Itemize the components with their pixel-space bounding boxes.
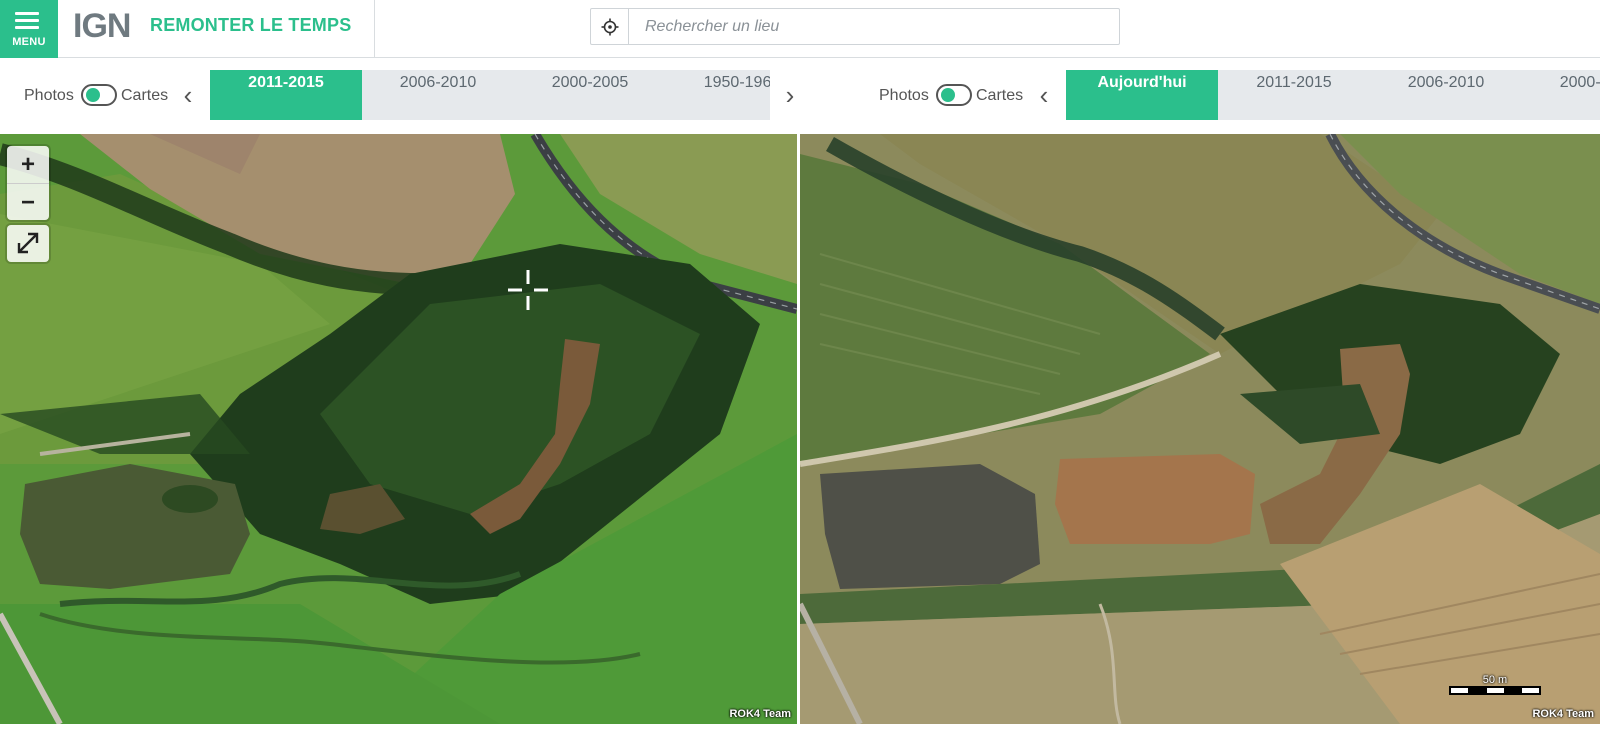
left-period-1[interactable]: 2006-2010 xyxy=(362,70,514,120)
top-header: MENU IGN REMONTER LE TEMPS xyxy=(0,0,1600,58)
ign-logo: IGN xyxy=(73,7,131,45)
hamburger-icon xyxy=(15,12,39,29)
left-prev-arrow-icon[interactable]: ‹ xyxy=(178,82,198,108)
scale-label: 50 m xyxy=(1482,674,1508,686)
left-aerial-map[interactable]: + − ROK4 Team xyxy=(0,134,797,724)
expand-icon xyxy=(17,232,39,254)
left-photos-maps-toggle: Photos Cartes xyxy=(24,84,174,108)
right-period-0[interactable]: Aujourd'hui xyxy=(1066,70,1218,120)
zoom-in-button[interactable]: + xyxy=(7,146,49,183)
right-period-2[interactable]: 2006-2010 xyxy=(1370,70,1522,120)
zoom-out-button[interactable]: − xyxy=(7,183,49,220)
left-layer-switch[interactable] xyxy=(81,84,117,106)
left-attribution: ROK4 Team xyxy=(729,708,791,720)
right-aerial-photo xyxy=(800,134,1600,724)
right-period-1[interactable]: 2011-2015 xyxy=(1218,70,1370,120)
maps-label: Cartes xyxy=(121,87,169,104)
bottom-strip xyxy=(0,724,1600,730)
right-period-list: Aujourd'hui 2011-2015 2006-2010 2000-200… xyxy=(1066,70,1600,120)
right-layer-switch[interactable] xyxy=(936,84,972,106)
crosshair-locate-icon xyxy=(601,18,619,36)
switch-knob xyxy=(941,88,955,102)
right-timeline-bar: Photos Cartes ‹ Aujourd'hui 2011-2015 20… xyxy=(800,58,1600,134)
photos-label: Photos xyxy=(24,87,74,104)
photos-label: Photos xyxy=(879,87,929,104)
left-period-3[interactable]: 1950-1965 xyxy=(666,70,770,120)
switch-knob xyxy=(86,88,100,102)
search-box xyxy=(590,8,1120,45)
fullscreen-button[interactable] xyxy=(7,225,49,262)
menu-button[interactable]: MENU xyxy=(0,0,58,58)
left-period-2[interactable]: 2000-2005 xyxy=(514,70,666,120)
left-next-arrow-icon[interactable]: › xyxy=(780,82,800,108)
map-scale-bar: 50 m xyxy=(1449,674,1541,696)
right-prev-arrow-icon[interactable]: ‹ xyxy=(1034,82,1054,108)
menu-label: MENU xyxy=(12,36,46,48)
left-period-0[interactable]: 2011-2015 xyxy=(210,70,362,120)
left-aerial-photo xyxy=(0,134,797,724)
scale-ruler xyxy=(1449,686,1541,695)
right-attribution: ROK4 Team xyxy=(1532,708,1594,720)
header-divider xyxy=(374,0,375,58)
right-period-3[interactable]: 2000-2005 xyxy=(1522,70,1600,120)
search-input[interactable] xyxy=(629,9,1119,44)
left-period-list: 2011-2015 2006-2010 2000-2005 1950-1965 xyxy=(210,70,770,120)
zoom-control: + − xyxy=(7,146,49,220)
left-timeline-bar: Photos Cartes ‹ 2011-2015 2006-2010 2000… xyxy=(0,58,800,134)
right-aerial-map[interactable]: 50 m ROK4 Team xyxy=(800,134,1600,724)
app-title: REMONTER LE TEMPS xyxy=(150,15,352,35)
geolocate-button[interactable] xyxy=(591,9,629,44)
maps-label: Cartes xyxy=(976,87,1024,104)
right-photos-maps-toggle: Photos Cartes xyxy=(879,84,1029,108)
